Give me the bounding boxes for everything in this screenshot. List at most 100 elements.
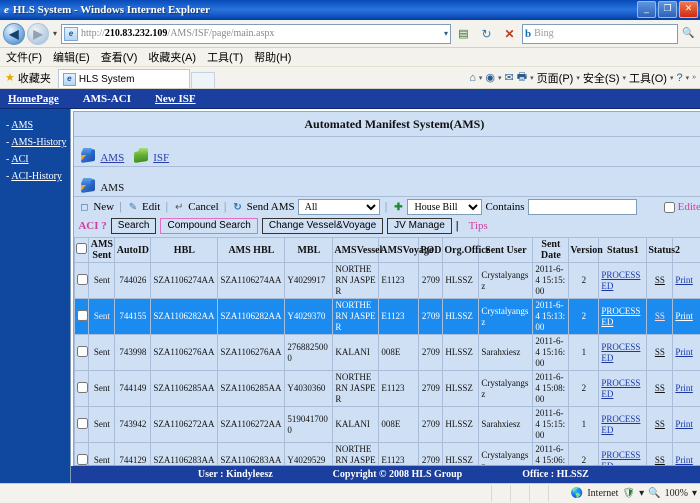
col-mbl[interactable]: MBL <box>285 238 333 263</box>
table-row[interactable]: Sent744149SZA1106285AASZA1106285AAY40303… <box>75 371 700 407</box>
cell-status2[interactable]: SS <box>647 263 673 299</box>
add-icon[interactable]: ✚ <box>392 202 404 213</box>
status1-link[interactable]: PROCESSED <box>601 306 640 327</box>
jv-manage-button[interactable]: JV Manage <box>387 218 452 234</box>
table-row[interactable]: Sent744026SZA1106274AASZA1106274AAY40299… <box>75 263 700 299</box>
nav-homepage[interactable]: HomePage <box>8 93 59 105</box>
status1-link[interactable]: PROCESSED <box>601 270 640 291</box>
help-icon[interactable]: ? <box>676 72 682 84</box>
cell-print[interactable]: Print <box>673 299 700 335</box>
row-checkbox[interactable] <box>77 274 88 285</box>
aci-help-link[interactable]: ACI ? <box>78 220 106 232</box>
print-link[interactable]: Print <box>675 275 693 285</box>
url-input[interactable]: e http://210.83.232.109/AMS/ISF/page/mai… <box>61 24 451 44</box>
col-ams-hbl[interactable]: AMS HBL <box>218 238 285 263</box>
close-button[interactable]: ✕ <box>679 1 698 18</box>
module-link-isf[interactable]: ISF <box>153 152 169 164</box>
col-amsvoyage[interactable]: AMSVoyage <box>379 238 419 263</box>
col-hbl[interactable]: HBL <box>151 238 218 263</box>
edit-button[interactable]: Edit <box>142 201 160 213</box>
print-link[interactable]: Print <box>675 455 693 465</box>
maximize-button[interactable]: ❐ <box>658 1 677 18</box>
favorites-star-icon[interactable]: ★ <box>5 71 15 84</box>
search-go-icon[interactable]: 🔍 <box>680 25 697 43</box>
table-row[interactable]: Sent743998SZA1106276AASZA1106276AA276882… <box>75 335 700 371</box>
cell-print[interactable]: Print <box>673 335 700 371</box>
col-autoid[interactable]: AutoID <box>115 238 151 263</box>
send-ams-button[interactable]: Send AMS <box>247 201 295 213</box>
minimize-button[interactable]: _ <box>637 1 656 18</box>
print-icon[interactable]: 🖶 <box>517 68 527 87</box>
col-version[interactable]: Version <box>569 238 599 263</box>
col-amsvessel[interactable]: AMSVessel <box>333 238 379 263</box>
undo-icon[interactable]: ↵ <box>173 202 185 213</box>
module-link-ams[interactable]: AMS <box>100 152 124 164</box>
cell-status2[interactable]: SS <box>647 443 673 466</box>
menu-item-edit[interactable]: 编辑(E) <box>53 49 90 65</box>
sidebar-item-ams-history[interactable]: -AMS-History <box>0 134 70 151</box>
cell-status1[interactable]: PROCESSED <box>599 335 647 371</box>
cell-status1[interactable]: PROCESSED <box>599 371 647 407</box>
col-sent-user[interactable]: Sent User <box>479 238 533 263</box>
cell-status1[interactable]: PROCESSED <box>599 407 647 443</box>
new-tab-button[interactable] <box>191 72 215 88</box>
nav-ams-aci[interactable]: AMS-ACI <box>83 93 131 105</box>
menu-item-favorites[interactable]: 收藏夹(A) <box>148 49 196 65</box>
row-checkbox[interactable] <box>77 310 88 321</box>
menu-item-tools[interactable]: 工具(T) <box>207 49 243 65</box>
table-row[interactable]: Sent744129SZA1106283AASZA1106283AAY40295… <box>75 443 700 466</box>
row-checkbox[interactable] <box>77 454 88 465</box>
compound-search-button[interactable]: Compound Search <box>160 218 257 234</box>
edited-checkbox[interactable] <box>664 202 675 213</box>
cell-print[interactable]: Print <box>673 371 700 407</box>
cell-status1[interactable]: PROCESSED <box>599 299 647 335</box>
print-link[interactable]: Print <box>675 419 693 429</box>
col-ams-sent[interactable]: AMS Sent <box>89 238 115 263</box>
col-sent-date[interactable]: Sent Date <box>533 238 569 263</box>
page-menu-button[interactable]: 页面(P) <box>537 70 574 86</box>
col-status1[interactable]: Status1 <box>599 238 647 263</box>
cell-status2[interactable]: SS <box>647 371 673 407</box>
forward-button[interactable]: ▶ <box>27 23 49 45</box>
home-dropdown-icon[interactable]: ▾ <box>479 74 483 82</box>
protected-dropdown-icon[interactable]: ▾ <box>639 488 644 499</box>
col-status2[interactable]: Status2 <box>647 238 673 263</box>
contains-input[interactable] <box>528 199 637 215</box>
cell-status1[interactable]: PROCESSED <box>599 443 647 466</box>
back-button[interactable]: ◀ <box>3 23 25 45</box>
status1-link[interactable]: PROCESSED <box>601 414 640 435</box>
help-dropdown-icon[interactable]: ▾ <box>686 74 690 82</box>
safety-menu-button[interactable]: 安全(S) <box>583 70 620 86</box>
table-row[interactable]: Sent744155SZA1106282AASZA1106282AAY40293… <box>75 299 700 335</box>
cell-status2[interactable]: SS <box>647 407 673 443</box>
new-button[interactable]: New <box>93 201 114 213</box>
zoom-dropdown-icon[interactable]: ▾ <box>692 488 697 499</box>
search-button[interactable]: Search <box>111 218 157 234</box>
cell-status2[interactable]: SS <box>647 335 673 371</box>
cell-status1[interactable]: PROCESSED <box>599 263 647 299</box>
print-link[interactable]: Print <box>675 347 693 357</box>
row-checkbox[interactable] <box>77 382 88 393</box>
sidebar-item-aci[interactable]: -ACI <box>0 151 70 168</box>
browser-tab-hls-system[interactable]: e HLS System <box>58 69 190 88</box>
sidebar-item-aci-history[interactable]: -ACI-History <box>0 168 70 185</box>
sidebar-item-ams[interactable]: -AMS <box>0 117 70 134</box>
menu-item-file[interactable]: 文件(F) <box>6 49 42 65</box>
cancel-button[interactable]: Cancel <box>188 201 219 213</box>
tips-link[interactable]: Tips <box>469 220 488 232</box>
print-link[interactable]: Print <box>675 311 693 321</box>
pencil-icon[interactable]: ✎ <box>127 202 139 213</box>
table-row[interactable]: Sent743942SZA1106272AASZA1106272AA519041… <box>75 407 700 443</box>
feeds-dropdown-icon[interactable]: ▾ <box>498 74 502 82</box>
tools-dropdown-icon[interactable]: ▾ <box>670 74 674 82</box>
cell-status2[interactable]: SS <box>647 299 673 335</box>
menu-item-help[interactable]: 帮助(H) <box>254 49 291 65</box>
col-pod[interactable]: POD <box>419 238 443 263</box>
refresh-icon[interactable]: ↻ <box>476 23 497 44</box>
row-checkbox[interactable] <box>77 346 88 357</box>
menu-item-view[interactable]: 查看(V) <box>101 49 138 65</box>
nav-new-isf[interactable]: New ISF <box>155 93 196 105</box>
feeds-icon[interactable]: ◉ <box>485 71 495 84</box>
compatibility-view-icon[interactable]: ▤ <box>453 23 474 44</box>
tools-menu-button[interactable]: 工具(O) <box>629 70 667 86</box>
